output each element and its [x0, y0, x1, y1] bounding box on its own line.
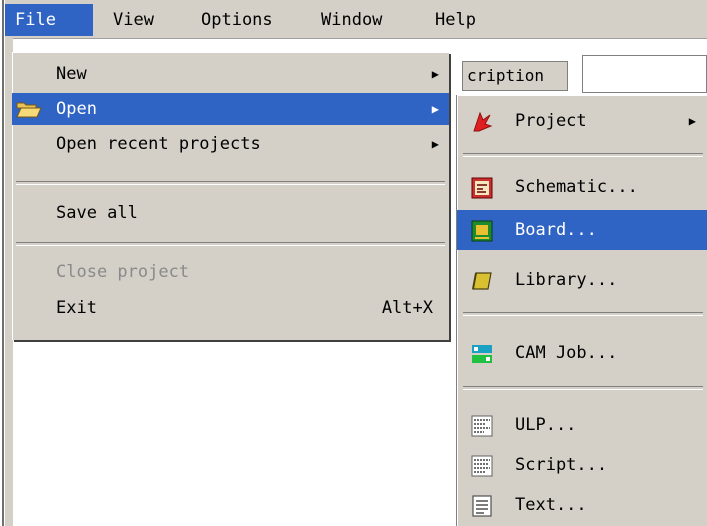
script-icon [471, 455, 493, 477]
menu-item-shortcut: Alt+X [381, 298, 433, 318]
ulp-icon [471, 415, 493, 437]
menubar: File View Options Window Help [5, 0, 707, 39]
submenu-item-cam-job[interactable]: CAM Job... [457, 333, 707, 373]
description-column-header: cription [462, 61, 568, 91]
menu-file[interactable]: File [5, 4, 93, 36]
open-submenu: Project ▶ Schematic... Board... Library.… [456, 95, 707, 526]
text-icon [472, 495, 492, 517]
menu-separator [16, 242, 445, 246]
menu-item-open[interactable]: Open ▶ [12, 93, 449, 125]
submenu-item-library[interactable]: Library... [457, 260, 707, 300]
menu-item-label: Open [56, 99, 97, 119]
submenu-item-ulp[interactable]: ULP... [457, 405, 707, 445]
submenu-item-label: Script... [515, 455, 608, 475]
menu-item-label: Close project [56, 262, 190, 282]
submenu-item-label: CAM Job... [515, 343, 618, 363]
board-icon [471, 220, 493, 242]
submenu-item-label: Text... [515, 495, 587, 515]
submenu-item-label: Library... [515, 270, 618, 290]
menu-item-close-project: Close project [12, 256, 449, 288]
menu-item-exit[interactable]: Exit Alt+X [12, 292, 449, 324]
schematic-icon [471, 177, 493, 199]
submenu-arrow-icon: ▶ [431, 102, 439, 116]
submenu-item-label: Board... [515, 220, 597, 240]
submenu-item-project[interactable]: Project ▶ [457, 101, 707, 141]
file-menu: New ▶ Open ▶ Open recent projects ▶ Save… [12, 52, 449, 340]
submenu-item-label: Project [515, 111, 587, 131]
folder-open-icon [16, 102, 42, 118]
submenu-item-label: Schematic... [515, 177, 638, 197]
menu-help[interactable]: Help [425, 4, 486, 36]
submenu-item-board[interactable]: Board... [457, 210, 707, 250]
submenu-item-label: ULP... [515, 415, 577, 435]
submenu-separator [463, 312, 703, 316]
menu-item-label: New [56, 64, 87, 84]
project-icon [473, 111, 493, 132]
menu-item-save-all[interactable]: Save all [12, 197, 449, 229]
submenu-item-script[interactable]: Script... [457, 445, 707, 485]
menu-item-label: Exit [56, 298, 97, 318]
submenu-item-text[interactable]: Text... [457, 485, 707, 525]
description-input[interactable] [582, 55, 707, 93]
submenu-item-schematic[interactable]: Schematic... [457, 167, 707, 207]
app-window: File View Options Window Help cription N… [0, 0, 707, 526]
submenu-separator [463, 153, 703, 157]
menu-item-label: Open recent projects [56, 134, 261, 154]
menu-view[interactable]: View [103, 4, 164, 36]
menu-item-label: Save all [56, 203, 138, 223]
library-icon [472, 272, 492, 290]
submenu-arrow-icon: ▶ [431, 67, 439, 81]
window-border [2, 0, 4, 526]
submenu-arrow-icon: ▶ [431, 137, 439, 151]
menu-separator [16, 181, 445, 185]
submenu-arrow-icon: ▶ [688, 114, 696, 128]
submenu-separator [463, 386, 703, 390]
menu-window[interactable]: Window [311, 4, 392, 36]
menu-item-new[interactable]: New ▶ [12, 58, 449, 90]
cam-job-icon [472, 345, 492, 363]
menu-options[interactable]: Options [191, 4, 283, 36]
menu-item-open-recent[interactable]: Open recent projects ▶ [12, 128, 449, 160]
